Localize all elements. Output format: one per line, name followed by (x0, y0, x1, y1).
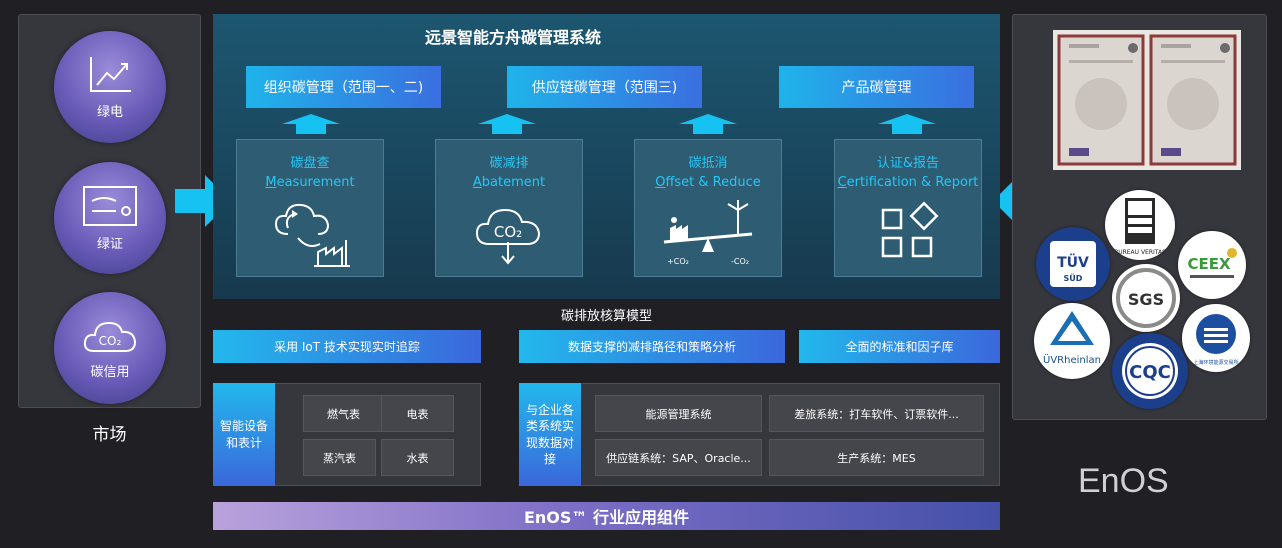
enos-brand-logo: EnOS (1078, 462, 1169, 500)
market-item-label: 碳信用 (90, 364, 130, 380)
svg-text:TÜV: TÜV (1057, 253, 1089, 271)
market-item-green-cert[interactable]: 绿证 (54, 162, 166, 274)
offset-balance-icon: +CO₂ -CO₂ (663, 200, 753, 266)
svg-text:SÜD: SÜD (1064, 273, 1083, 283)
ceex-badge: CEEX (1178, 231, 1246, 299)
co2-cloud-down-icon: CO₂ (475, 208, 541, 265)
sgs-badge: SGS (1112, 264, 1180, 332)
integration-production-system[interactable]: 生产系统：MES (769, 439, 984, 476)
integration-travel-system[interactable]: 差旅系统：打车软件、订票软件... (769, 395, 984, 432)
category-org-carbon[interactable]: 组织碳管理（范围一、二) (246, 66, 441, 108)
market-panel: 绿电 绿证 CO₂ 碳信用 (18, 14, 201, 408)
module-cn-label: 碳抵消 (688, 156, 728, 171)
module-certification-report[interactable]: 认证&报告 Certification & Report (834, 139, 982, 277)
category-product-carbon[interactable]: 产品碳管理 (779, 66, 974, 108)
svg-text:TÜV SÜD: TÜV SÜD (1071, 295, 1076, 298)
market-item-green-power[interactable]: 绿电 (54, 31, 166, 143)
device-water-meter[interactable]: 水表 (381, 439, 454, 476)
device-electric-meter[interactable]: 电表 (381, 395, 454, 432)
module-en-label: Measurement (265, 175, 355, 190)
category-supply-chain-carbon[interactable]: 供应链碳管理（范围三) (507, 66, 702, 108)
feature-iot-tracking: 采用 IoT 技术实现实时追踪 (213, 330, 481, 363)
enos-industry-components-bar: EnOS™ 行业应用组件 (213, 502, 1000, 530)
module-en-label: Abatement (472, 175, 546, 190)
svg-text:CQC: CQC (1129, 362, 1171, 383)
arrow-up-icon (878, 114, 936, 134)
market-item-carbon-credit[interactable]: CO₂ 碳信用 (54, 292, 166, 404)
market-item-label: 绿电 (96, 104, 123, 120)
arrow-up-icon (282, 114, 340, 134)
minus-co2-label: -CO₂ (731, 257, 749, 266)
svg-text:ÜVRheinlan: ÜVRheinlan (1043, 353, 1101, 366)
system-title: 远景智能方舟碳管理系统 (424, 28, 601, 47)
tuv-sud-badge: TÜV SÜD TÜV SÜD (1036, 227, 1110, 301)
arrow-up-icon (478, 114, 536, 134)
arrow-up-icon (679, 114, 737, 134)
grid-shapes-icon (881, 201, 939, 258)
module-offset-reduce[interactable]: 碳抵消 Offset & Reduce +CO₂ -CO₂ (634, 139, 782, 277)
module-cn-label: 认证&报告 (876, 156, 940, 171)
shanghai-exchange-badge: 上海环境能源交易所 (1182, 304, 1250, 372)
svg-text:CEEX: CEEX (1187, 255, 1231, 273)
svg-text:SGS: SGS (1128, 290, 1164, 309)
model-label: 碳排放核算模型 (560, 309, 652, 324)
certificate-icon (83, 185, 137, 226)
integration-group-title: 与企业各类系统实现数据对接 (519, 383, 581, 486)
device-steam-meter[interactable]: 蒸汽表 (303, 439, 376, 476)
bureau-veritas-badge: BUREAU VERITAS (1105, 190, 1175, 260)
measurement-icon (274, 203, 350, 267)
integration-supply-chain-system[interactable]: 供应链系统：SAP、Oracle... (595, 439, 762, 476)
integration-energy-system[interactable]: 能源管理系统 (595, 395, 762, 432)
tuv-rheinland-badge: ÜVRheinlan (1034, 303, 1110, 379)
plus-co2-label: +CO₂ (667, 257, 689, 266)
device-group-title: 智能设备和表计 (213, 383, 275, 486)
market-item-label: 绿证 (96, 236, 123, 252)
module-cn-label: 碳盘查 (290, 156, 330, 171)
feature-data-analysis: 数据支撑的减排路径和策略分析 (519, 330, 785, 363)
certificate-documents-image (1053, 30, 1241, 170)
device-gas-meter[interactable]: 燃气表 (303, 395, 384, 432)
module-measurement[interactable]: 碳盘查 Measurement (236, 139, 384, 277)
co2-cloud-icon: CO₂ (83, 321, 137, 352)
trend-chart-icon (90, 56, 131, 92)
cqc-badge: CQC (1112, 333, 1188, 409)
co2-text: CO₂ (494, 223, 522, 241)
module-en-label: Certification & Report (837, 175, 979, 190)
module-en-label: Offset & Reduce (655, 175, 761, 190)
module-abatement[interactable]: 碳减排 Abatement CO₂ (435, 139, 583, 277)
svg-text:上海环境能源交易所: 上海环境能源交易所 (1193, 359, 1238, 366)
feature-standards-library: 全面的标准和因子库 (799, 330, 1000, 363)
market-title: 市场 (92, 425, 127, 445)
module-cn-label: 碳减排 (489, 156, 529, 171)
co2-text: CO₂ (99, 334, 122, 348)
